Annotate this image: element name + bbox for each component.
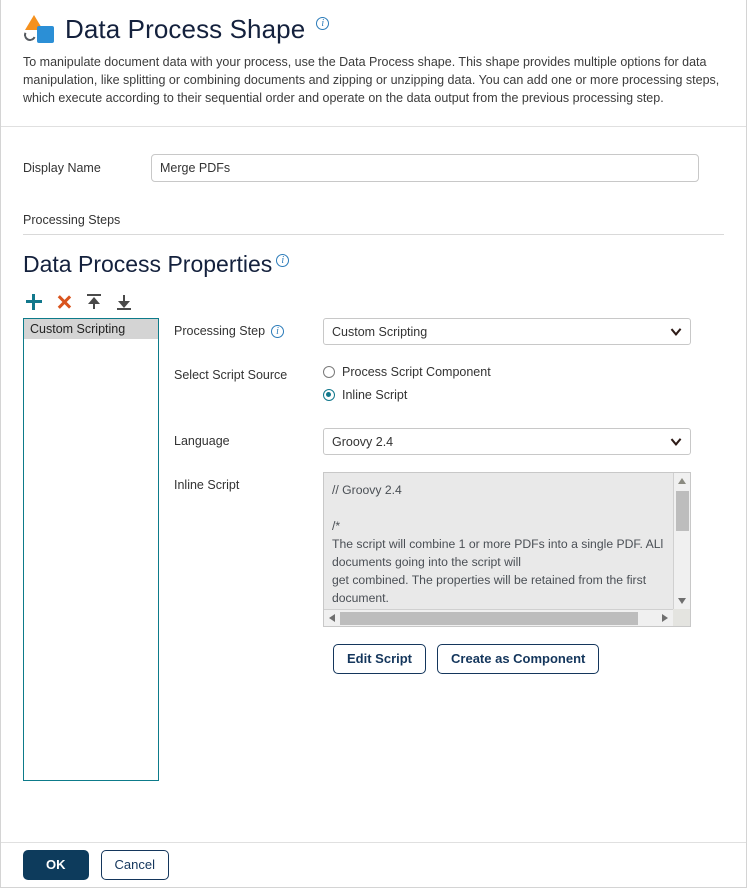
script-source-label: Select Script Source <box>174 368 288 382</box>
display-name-input[interactable] <box>151 154 699 182</box>
inline-script-row: Inline Script // Groovy 2.4 /* The scrip… <box>174 472 704 627</box>
inline-script-text: // Groovy 2.4 /* The script will combine… <box>332 483 664 605</box>
step-form: Processing Step i Custom Scripting Selec… <box>174 318 704 674</box>
processing-steps-section-label: Processing Steps <box>23 213 724 235</box>
sub-title-text: Data Process Properties <box>23 251 273 277</box>
move-step-up-button[interactable] <box>85 293 103 311</box>
script-horizontal-scrollbar[interactable] <box>324 609 673 626</box>
add-step-button[interactable] <box>25 293 43 311</box>
inline-script-viewer[interactable]: // Groovy 2.4 /* The script will combine… <box>323 472 691 627</box>
display-name-row: Display Name <box>1 154 746 182</box>
list-item[interactable]: Custom Scripting <box>24 319 158 339</box>
create-as-component-button[interactable]: Create as Component <box>437 644 600 674</box>
scrollbar-thumb[interactable] <box>676 491 689 531</box>
dialog-footer: OK Cancel <box>1 842 746 887</box>
processing-step-label-group: Processing Step i <box>174 318 323 338</box>
data-process-properties-title: Data Process Properties i <box>23 251 746 278</box>
page-title: Data Process Shape <box>65 14 306 44</box>
scroll-left-arrow-icon[interactable] <box>329 614 335 622</box>
script-source-radio-group: Process Script Component Inline Script <box>323 362 491 411</box>
processing-step-list[interactable]: Custom Scripting <box>23 318 159 781</box>
shape-description: To manipulate document data with your pr… <box>23 55 720 105</box>
radio-icon-selected[interactable] <box>323 389 335 401</box>
chevron-down-icon <box>672 328 681 337</box>
radio-inline-script[interactable]: Inline Script <box>323 388 491 402</box>
radio-process-script-component[interactable]: Process Script Component <box>323 365 491 379</box>
processing-step-info-icon[interactable]: i <box>271 324 285 338</box>
chevron-down-icon <box>672 438 681 447</box>
script-action-buttons: Edit Script Create as Component <box>333 644 704 674</box>
scrollbar-thumb[interactable] <box>340 612 638 625</box>
display-name-label: Display Name <box>23 161 101 175</box>
scroll-down-arrow-icon[interactable] <box>678 598 686 604</box>
steps-toolbar <box>25 292 746 312</box>
processing-step-row: Processing Step i Custom Scripting <box>174 318 704 345</box>
language-label: Language <box>174 434 230 448</box>
script-source-row: Select Script Source Process Script Comp… <box>174 362 704 411</box>
data-process-shape-icon <box>22 14 57 45</box>
data-process-shape-dialog: Data Process Shape i To manipulate docum… <box>0 0 747 888</box>
language-select[interactable]: Groovy 2.4 <box>323 428 691 455</box>
ok-button[interactable]: OK <box>23 850 89 880</box>
language-row: Language Groovy 2.4 <box>174 428 704 455</box>
script-vertical-scrollbar[interactable] <box>673 473 690 609</box>
cancel-button[interactable]: Cancel <box>100 850 169 880</box>
scrollbar-corner <box>673 609 690 626</box>
title-row: Data Process Shape i <box>22 14 724 45</box>
radio-icon[interactable] <box>323 366 335 378</box>
scroll-up-arrow-icon[interactable] <box>678 478 686 484</box>
scroll-right-arrow-icon[interactable] <box>662 614 668 622</box>
language-value: Groovy 2.4 <box>332 434 394 449</box>
radio-label: Process Script Component <box>342 365 491 379</box>
processing-step-select[interactable]: Custom Scripting <box>323 318 691 345</box>
processing-step-label: Processing Step <box>174 324 266 338</box>
delete-step-button[interactable] <box>55 293 73 311</box>
inline-script-label: Inline Script <box>174 478 240 492</box>
properties-body: Custom Scripting Processing Step i Custo… <box>1 318 746 838</box>
edit-script-button[interactable]: Edit Script <box>333 644 427 674</box>
properties-info-icon[interactable]: i <box>276 254 290 267</box>
processing-step-value: Custom Scripting <box>332 324 428 339</box>
dialog-header: Data Process Shape i To manipulate docum… <box>1 0 746 127</box>
radio-label: Inline Script <box>342 388 408 402</box>
move-step-down-button[interactable] <box>115 293 133 311</box>
header-info-icon[interactable]: i <box>316 17 330 30</box>
